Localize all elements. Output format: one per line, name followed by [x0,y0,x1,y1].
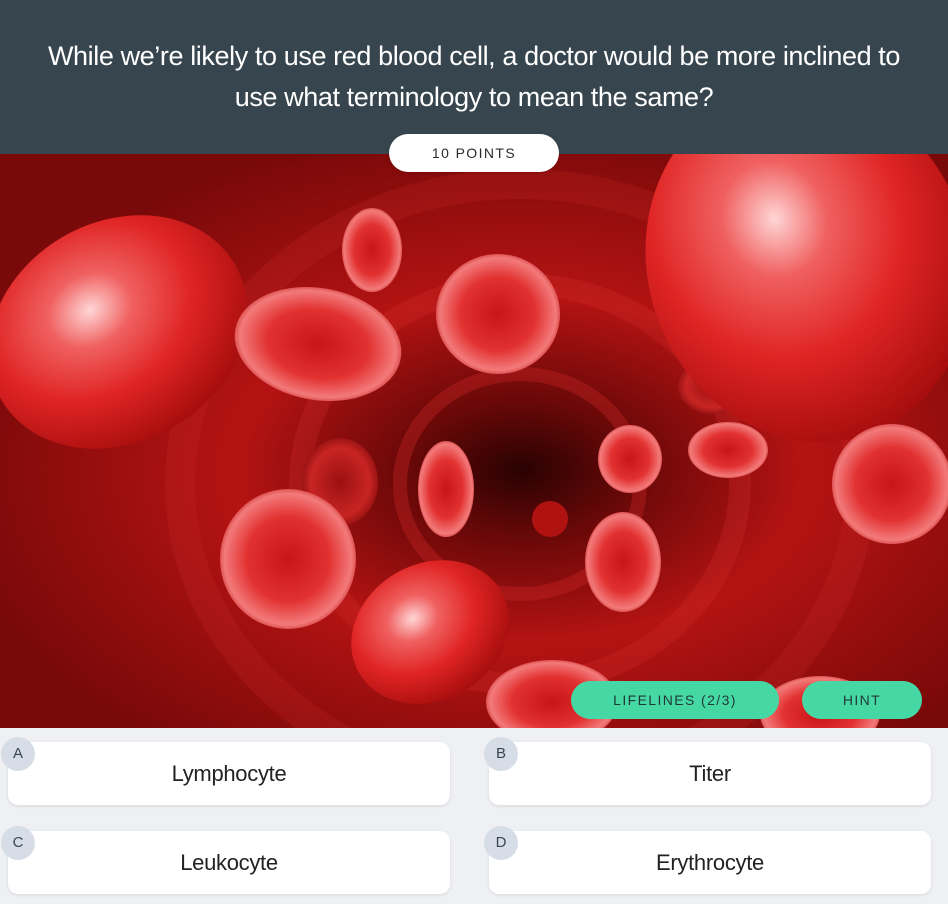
lifelines-button[interactable]: LIFELINES (2/3) [571,681,779,719]
answer-text: Erythrocyte [656,850,764,875]
answer-option-c[interactable]: Leukocyte [8,831,450,894]
points-badge: 10 POINTS [389,134,559,172]
answer-letter-badge: C [1,826,35,860]
red-blood-cells-illustration [0,154,948,728]
answer-letter-badge: A [1,737,35,771]
question-text: While we’re likely to use red blood cell… [47,41,901,112]
answer-text: Lymphocyte [171,761,287,786]
hint-button[interactable]: HINT [802,681,922,719]
answer-letter-badge: D [484,826,518,860]
answer-text: Leukocyte [180,850,278,875]
answer-option-b[interactable]: Titer [489,742,931,805]
question-header: While we’re likely to use red blood cell… [0,0,948,154]
answer-option-d[interactable]: Erythrocyte [489,831,931,894]
answer-text: Titer [689,761,731,786]
answer-option-a[interactable]: Lymphocyte [8,742,450,805]
quiz-screen: While we’re likely to use red blood cell… [0,0,948,904]
question-image [0,154,948,728]
answer-letter-badge: B [484,737,518,771]
